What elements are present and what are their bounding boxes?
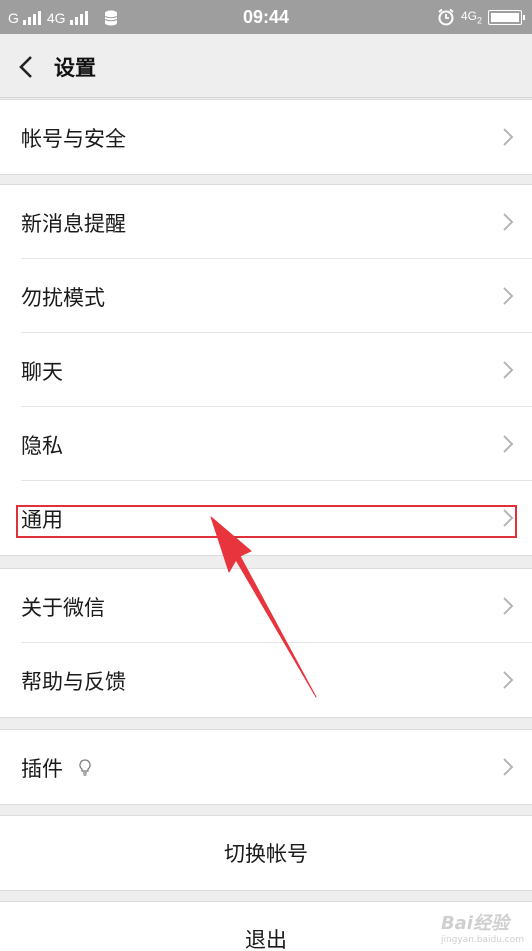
nav-header: 设置 <box>0 34 532 98</box>
chevron-right-icon <box>503 509 514 527</box>
chevron-right-icon <box>503 128 514 146</box>
settings-item-plugins[interactable]: 插件 <box>0 730 532 804</box>
item-label: 通用 <box>21 508 63 532</box>
item-label: 聊天 <box>21 360 63 384</box>
item-label: 插件 <box>21 757 63 781</box>
switch-account-label: 切换帐号 <box>224 842 308 866</box>
chevron-left-icon[interactable] <box>16 54 36 80</box>
watermark: Bai经验 jingyan.baidu.com <box>441 909 524 945</box>
settings-item-chat[interactable]: 聊天 <box>0 333 532 407</box>
network-label: 4G2 <box>460 8 482 26</box>
settings-item-privacy[interactable]: 隐私 <box>0 407 532 481</box>
battery-level <box>491 12 519 22</box>
settings-item-do-not-disturb[interactable]: 勿扰模式 <box>0 259 532 333</box>
status-bar: G 4G 09:44 4G2 <box>0 0 532 34</box>
page-title: 设置 <box>54 56 96 80</box>
settings-group-plugins: 插件 <box>0 729 532 805</box>
lightbulb-icon <box>79 759 91 776</box>
settings-item-general[interactable]: 通用 <box>0 481 532 555</box>
chevron-right-icon <box>503 671 514 689</box>
item-label: 关于微信 <box>21 596 105 620</box>
chevron-right-icon <box>503 361 514 379</box>
watermark-sub: jingyan.baidu.com <box>440 935 524 945</box>
status-right: 4G2 <box>437 6 525 28</box>
chevron-right-icon <box>503 435 514 453</box>
chevron-right-icon <box>503 597 514 615</box>
settings-item-account-security[interactable]: 帐号与安全 <box>0 100 532 174</box>
logout-label: 退出 <box>245 928 287 951</box>
chevron-right-icon <box>503 287 514 305</box>
battery-icon <box>488 9 525 25</box>
item-label: 新消息提醒 <box>21 212 126 236</box>
item-label: 帮助与反馈 <box>21 670 126 694</box>
watermark-text: Bai经验 <box>440 913 509 934</box>
settings-group-about: 关于微信 帮助与反馈 <box>0 568 532 718</box>
settings-item-help-feedback[interactable]: 帮助与反馈 <box>0 643 532 717</box>
chevron-right-icon <box>503 758 514 776</box>
chevron-right-icon <box>503 213 514 231</box>
alarm-icon <box>438 8 454 26</box>
settings-group-main: 新消息提醒 勿扰模式 聊天 隐私 通用 <box>0 184 532 556</box>
settings-item-notifications[interactable]: 新消息提醒 <box>0 185 532 259</box>
settings-item-about-wechat[interactable]: 关于微信 <box>0 569 532 643</box>
item-label: 勿扰模式 <box>21 286 105 310</box>
settings-group-account: 帐号与安全 <box>0 99 532 175</box>
item-label: 帐号与安全 <box>21 127 126 151</box>
switch-account-button[interactable]: 切换帐号 <box>0 815 532 891</box>
item-label: 隐私 <box>21 434 63 458</box>
